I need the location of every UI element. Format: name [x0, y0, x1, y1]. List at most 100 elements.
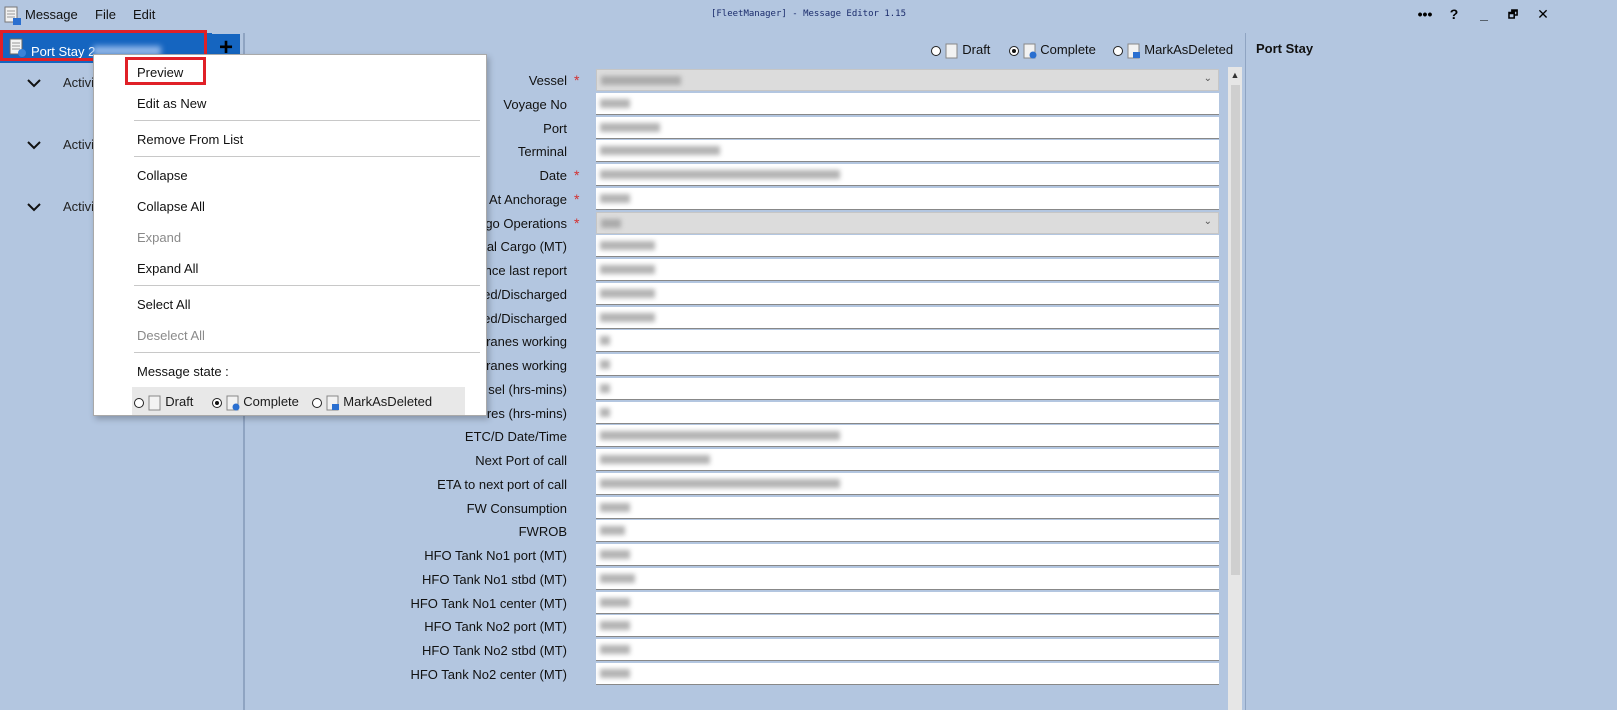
- redacted-value: [600, 455, 710, 464]
- scroll-thumb[interactable]: [1231, 85, 1240, 575]
- text-field[interactable]: [596, 187, 1219, 210]
- radio-markasdeleted[interactable]: [312, 397, 322, 408]
- menu-item-collapse-all[interactable]: Collapse All: [137, 199, 205, 214]
- redacted-value: [600, 478, 840, 488]
- close-icon[interactable]: ✕: [1533, 6, 1553, 23]
- complete-icon: [226, 395, 240, 411]
- preview-panel: [1247, 33, 1617, 710]
- text-field[interactable]: [596, 496, 1219, 519]
- redacted-value: [600, 312, 655, 322]
- restore-icon[interactable]: 🗗: [1503, 6, 1523, 25]
- dropdown-field[interactable]: ⌄: [596, 211, 1219, 234]
- field-label: Terminal: [517, 144, 567, 160]
- text-field[interactable]: [596, 306, 1219, 329]
- text-field[interactable]: [596, 615, 1219, 638]
- chevron-down-icon[interactable]: [26, 199, 42, 215]
- radio-draft[interactable]: [931, 45, 941, 56]
- text-field[interactable]: [596, 520, 1219, 543]
- field-label: nce last report: [484, 263, 567, 278]
- menu-separator: [134, 285, 480, 286]
- text-field[interactable]: [596, 639, 1219, 661]
- scroll-up-icon[interactable]: ▲: [1228, 67, 1242, 83]
- chevron-down-icon[interactable]: ⌄: [1204, 73, 1212, 84]
- text-field[interactable]: [596, 401, 1219, 424]
- menu-state-draft[interactable]: Draft: [134, 394, 193, 411]
- redacted-value: [600, 360, 610, 369]
- datetime-field[interactable]: [596, 472, 1219, 495]
- redacted-value: [600, 645, 630, 654]
- redacted-value: [600, 98, 630, 108]
- redacted-value: [600, 550, 630, 559]
- state-draft-option[interactable]: Draft: [931, 42, 990, 59]
- context-menu: Preview Edit as New Remove From List Col…: [93, 54, 487, 416]
- field-label: HFO Tank No1 port (MT): [424, 548, 567, 563]
- redacted-value: [601, 218, 621, 228]
- redacted-value: [600, 621, 630, 631]
- text-field[interactable]: [596, 92, 1219, 115]
- state-complete-label: Complete: [1040, 42, 1096, 57]
- minimize-icon[interactable]: _: [1474, 6, 1494, 22]
- chevron-down-icon[interactable]: [26, 137, 42, 153]
- menu-item-remove-from-list[interactable]: Remove From List: [137, 132, 243, 147]
- redacted-value: [600, 668, 630, 678]
- field-label: ed/Discharged: [483, 310, 567, 326]
- menu-item-expand-all[interactable]: Expand All: [137, 261, 198, 276]
- menu-state-markasdeleted[interactable]: MarkAsDeleted: [312, 394, 432, 411]
- chevron-down-icon[interactable]: [26, 75, 42, 91]
- menu-state-complete[interactable]: Complete: [212, 394, 299, 411]
- field-label: HFO Tank No1 stbd (MT): [422, 571, 567, 587]
- text-field[interactable]: [596, 567, 1219, 590]
- text-field[interactable]: [596, 259, 1219, 281]
- text-field[interactable]: [596, 591, 1219, 614]
- radio-complete[interactable]: [212, 397, 222, 408]
- text-field[interactable]: [596, 282, 1219, 305]
- datetime-field[interactable]: [596, 164, 1219, 186]
- field-label: ETA to next port of call: [437, 476, 567, 492]
- menu-separator: [134, 352, 480, 353]
- radio-draft[interactable]: [134, 397, 144, 408]
- menu-item-edit-as-new[interactable]: Edit as New: [137, 96, 206, 111]
- text-field[interactable]: [596, 235, 1219, 258]
- menu-item-expand[interactable]: Expand: [137, 230, 181, 245]
- dropdown-field[interactable]: ⌄: [596, 69, 1219, 91]
- datetime-field[interactable]: [596, 425, 1219, 448]
- menu-state-markasdeleted-label: MarkAsDeleted: [343, 394, 433, 409]
- form-scrollbar[interactable]: ▲: [1228, 67, 1242, 710]
- required-marker: *: [574, 72, 580, 88]
- field-label: Port: [543, 120, 567, 136]
- text-field[interactable]: [596, 449, 1219, 471]
- state-deleted-option[interactable]: MarkAsDeleted: [1113, 42, 1233, 59]
- field-label: At Anchorage: [488, 191, 567, 207]
- field-label: go Operations: [485, 215, 567, 231]
- text-field[interactable]: [596, 354, 1219, 376]
- redacted-value: [600, 336, 610, 346]
- tree-activity-item[interactable]: Activi: [63, 75, 94, 90]
- chevron-down-icon[interactable]: ⌄: [1204, 216, 1212, 227]
- redacted-value: [600, 122, 660, 132]
- menu-item-deselect-all[interactable]: Deselect All: [137, 328, 205, 343]
- text-field[interactable]: [596, 116, 1219, 139]
- field-label: Vessel: [528, 73, 567, 88]
- more-options-icon[interactable]: •••: [1415, 6, 1435, 22]
- text-field[interactable]: [596, 377, 1219, 400]
- radio-complete[interactable]: [1009, 45, 1019, 56]
- menu-item-select-all[interactable]: Select All: [137, 297, 190, 312]
- tree-activity-item[interactable]: Activi: [63, 199, 94, 214]
- draft-icon: [148, 395, 161, 411]
- window-title: [FleetManager] - Message Editor 1.15: [710, 9, 907, 19]
- state-complete-option[interactable]: Complete: [1009, 42, 1096, 59]
- text-field[interactable]: [596, 140, 1219, 163]
- text-field[interactable]: [596, 330, 1219, 353]
- menu-item-collapse[interactable]: Collapse: [137, 168, 188, 183]
- redacted-value: [600, 597, 630, 607]
- text-field[interactable]: [596, 662, 1219, 685]
- required-marker: *: [574, 190, 580, 207]
- redacted-value: [600, 502, 630, 512]
- help-icon[interactable]: ?: [1444, 6, 1464, 22]
- redacted-value: [600, 383, 610, 393]
- text-field[interactable]: [596, 544, 1219, 566]
- radio-markasdeleted[interactable]: [1113, 45, 1123, 56]
- redacted-value: [600, 288, 655, 298]
- tree-activity-item[interactable]: Activi: [63, 137, 94, 152]
- required-marker: *: [574, 214, 580, 231]
